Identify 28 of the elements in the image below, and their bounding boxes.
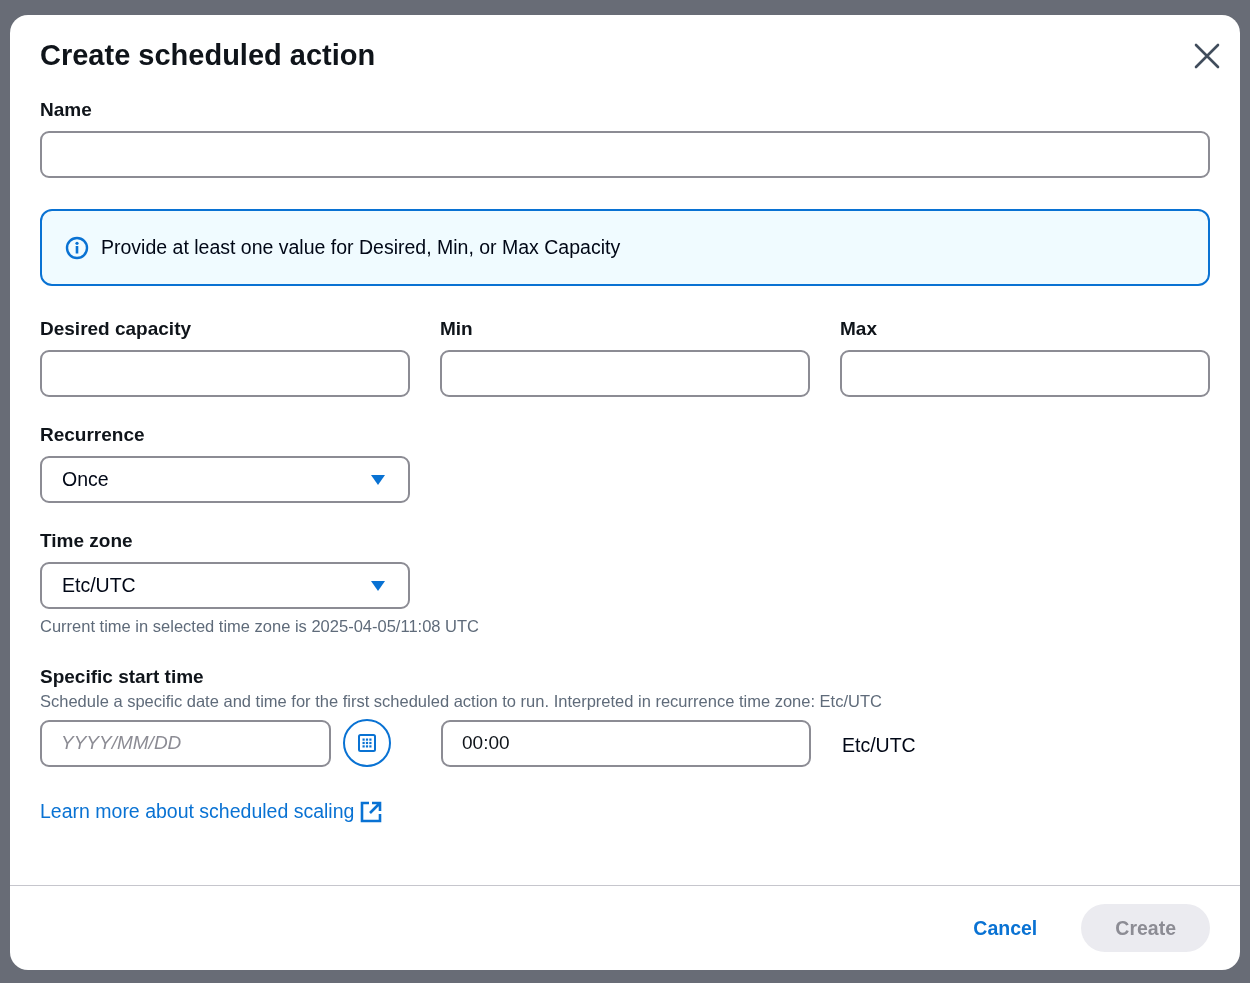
field-label: Recurrence <box>40 424 145 446</box>
date-input[interactable]: YYYY/MM/DD <box>40 719 331 767</box>
time-zone-hint: Current time in selected time zone is 2025-04-05/11:08 UTC <box>40 617 479 636</box>
field-label: Name <box>40 99 92 121</box>
dialog-title: Create scheduled action <box>40 39 376 72</box>
info-icon <box>65 235 89 260</box>
field-label: Min <box>440 318 474 340</box>
time-zone-text: Etc/UTC <box>842 733 916 757</box>
field-description: Schedule a specific date and time for the first scheduled action to run. Interpreted in recurrence time zone: Etc/UTC <box>40 692 882 711</box>
time-zone-select[interactable]: Etc/UTC <box>40 562 410 609</box>
field-label: Desired capacity <box>40 318 193 340</box>
capacity-input[interactable] <box>40 350 410 397</box>
field-label: Time zone <box>40 530 133 552</box>
capacity-input[interactable] <box>440 350 810 397</box>
calendar-icon[interactable] <box>343 719 391 767</box>
name-input[interactable] <box>40 131 1210 178</box>
time-input[interactable]: 00:00 <box>441 719 811 767</box>
caret-down-icon <box>370 473 386 486</box>
alert-text: Provide at least one value for Desired, Min, or Max Capacity <box>101 236 621 259</box>
external-link-icon <box>360 800 383 823</box>
cancel-button[interactable]: Cancel <box>973 916 1038 940</box>
field-label: Specific start time <box>40 666 204 688</box>
field-label: Max <box>840 318 878 340</box>
caret-down-icon <box>370 579 386 592</box>
close-icon[interactable] <box>1194 42 1220 69</box>
recurrence-select[interactable]: Once <box>40 456 410 503</box>
capacity-input[interactable] <box>840 350 1210 397</box>
learn-more-link[interactable]: Learn more about scheduled scaling <box>40 800 383 823</box>
